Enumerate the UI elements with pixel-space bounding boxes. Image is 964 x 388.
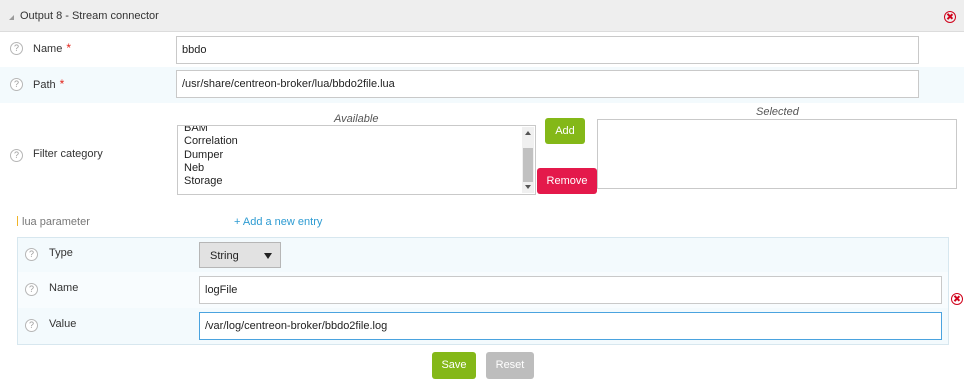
- filter-category-label: Filter category: [33, 148, 103, 160]
- path-row: ? Path * /usr/share/centreon-broker/lua/b…: [0, 67, 964, 103]
- list-item[interactable]: Neb: [184, 162, 204, 174]
- selected-listbox[interactable]: [597, 119, 957, 189]
- available-listbox[interactable]: BAM Correlation Dumper Neb Storage: [177, 125, 536, 195]
- type-row: ? Type String: [18, 238, 948, 272]
- name-label: Name *: [33, 41, 72, 55]
- help-icon[interactable]: ?: [10, 149, 23, 162]
- type-select[interactable]: String: [199, 242, 281, 268]
- collapse-triangle-icon[interactable]: [9, 15, 14, 20]
- available-caption: Available: [334, 113, 379, 125]
- list-item[interactable]: Correlation: [184, 135, 238, 147]
- lua-parameter-entry: ? Type String ? Name logFile ? Value /va…: [17, 237, 949, 345]
- add-new-entry-link[interactable]: + Add a new entry: [234, 216, 322, 228]
- add-button[interactable]: Add: [545, 118, 585, 144]
- selected-caption: Selected: [756, 106, 799, 118]
- path-label: Path *: [33, 77, 65, 91]
- scroll-up-arrow-icon[interactable]: [525, 131, 531, 135]
- output-panel-header[interactable]: Output 8 - Stream connector: [0, 0, 964, 32]
- dropdown-arrow-icon: [264, 253, 272, 259]
- name-input[interactable]: bbdo: [176, 36, 919, 64]
- delete-output-icon[interactable]: [944, 11, 956, 23]
- list-item[interactable]: Dumper: [184, 149, 223, 161]
- delete-entry-icon[interactable]: [951, 293, 963, 305]
- param-name-row: ? Name logFile: [18, 272, 948, 308]
- listbox-scrollbar[interactable]: [522, 127, 534, 193]
- section-marker: [17, 216, 18, 226]
- list-item[interactable]: BAM: [184, 126, 208, 134]
- panel-title: Output 8 - Stream connector: [20, 10, 159, 22]
- param-value-input[interactable]: /var/log/centreon-broker/bbdo2file.log: [199, 312, 942, 340]
- scroll-down-arrow-icon[interactable]: [525, 185, 531, 189]
- filter-category-row: ? Filter category Available BAM Correlat…: [0, 103, 964, 208]
- param-value-row: ? Value /var/log/centreon-broker/bbdo2fi…: [18, 308, 948, 344]
- remove-button[interactable]: Remove: [537, 168, 597, 194]
- reset-button[interactable]: Reset: [486, 352, 534, 379]
- scroll-thumb[interactable]: [523, 148, 533, 182]
- save-button[interactable]: Save: [432, 352, 476, 379]
- lua-parameter-label: lua parameter: [17, 216, 90, 228]
- param-name-input[interactable]: logFile: [199, 276, 942, 304]
- help-icon[interactable]: ?: [25, 248, 38, 261]
- path-input[interactable]: /usr/share/centreon-broker/lua/bbdo2file…: [176, 70, 919, 98]
- help-icon[interactable]: ?: [25, 283, 38, 296]
- help-icon[interactable]: ?: [10, 42, 23, 55]
- help-icon[interactable]: ?: [10, 78, 23, 91]
- help-icon[interactable]: ?: [25, 319, 38, 332]
- param-name-label: Name: [49, 282, 79, 294]
- type-label: Type: [49, 247, 73, 259]
- type-select-value: String: [210, 250, 239, 262]
- name-row: ? Name * bbdo: [0, 32, 964, 67]
- param-value-label: Value: [49, 318, 77, 330]
- list-item[interactable]: Storage: [184, 175, 223, 187]
